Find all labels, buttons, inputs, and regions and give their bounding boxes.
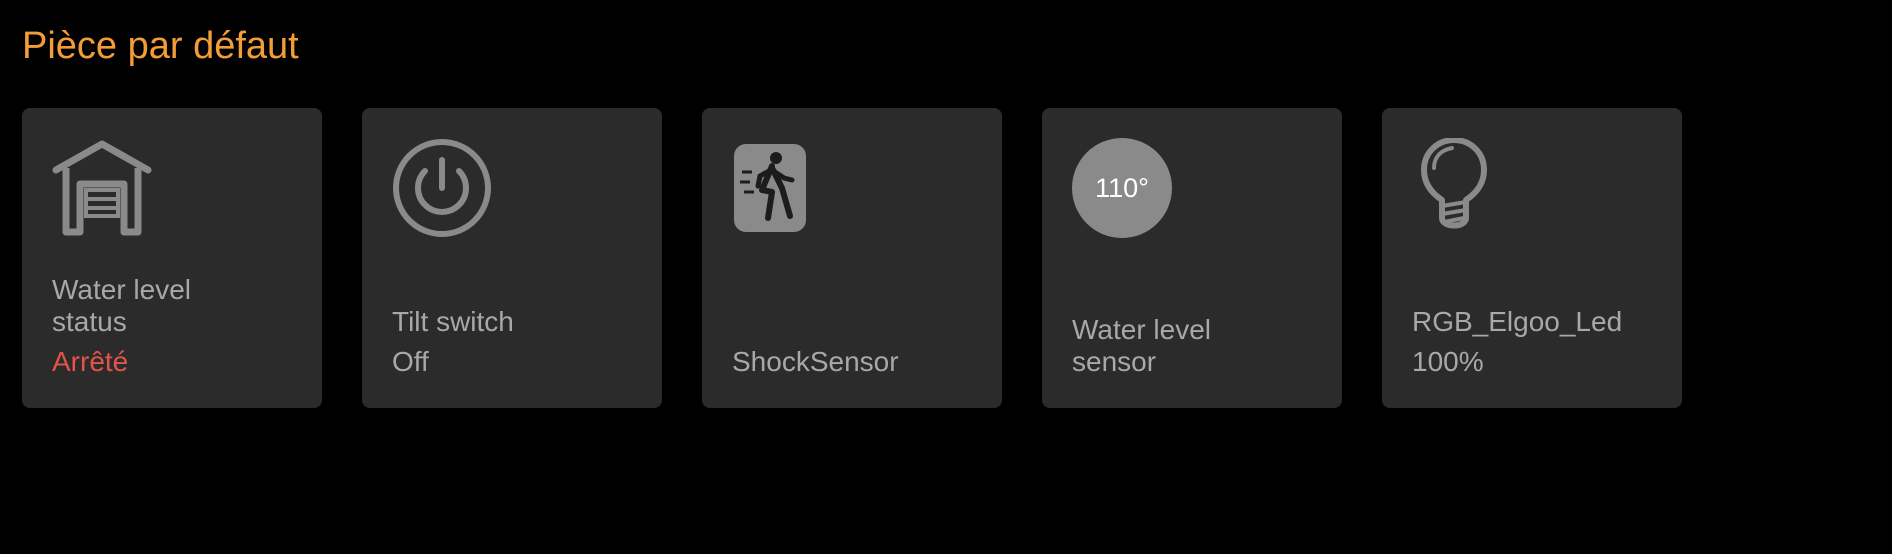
device-tile-water-level-sensor[interactable]: 110° Water level sensor: [1042, 108, 1342, 408]
device-state: Off: [392, 346, 429, 377]
motion-sensor-icon: [734, 144, 806, 232]
device-tile-rgb-elgoo-led[interactable]: RGB_Elgoo_Led 100%: [1382, 108, 1682, 408]
page: Pièce par défaut Water level status Arrê…: [0, 0, 1892, 554]
device-state: Arrêté: [52, 346, 129, 377]
tile-text: ShockSensor: [732, 346, 982, 378]
tile-text: Water level sensor: [1072, 314, 1322, 378]
device-name: RGB_Elgoo_Led: [1412, 306, 1623, 337]
gauge-value: 110°: [1095, 173, 1149, 203]
temperature-gauge-icon: 110°: [1072, 138, 1172, 238]
room-title: Pièce par défaut: [22, 25, 299, 67]
device-state: 100%: [1412, 346, 1484, 377]
device-name: Water level status: [52, 274, 192, 337]
device-name: Tilt switch: [392, 306, 514, 337]
device-tile-shocksensor[interactable]: ShockSensor: [702, 108, 1002, 408]
tile-text: Tilt switch Off: [392, 306, 642, 378]
light-bulb-icon: [1421, 138, 1487, 229]
device-tile-water-level-status[interactable]: Water level status Arrêté: [22, 108, 322, 408]
tile-text: RGB_Elgoo_Led 100%: [1412, 306, 1662, 378]
tile-text: Water level status Arrêté: [52, 274, 302, 378]
device-tiles: Water level status Arrêté Tilt switch Of…: [22, 108, 1682, 408]
device-tile-tilt-switch[interactable]: Tilt switch Off: [362, 108, 662, 408]
power-icon: [393, 139, 491, 237]
device-name: Water level sensor: [1072, 314, 1212, 377]
device-name: ShockSensor: [732, 346, 899, 377]
garage-icon: [52, 140, 152, 236]
